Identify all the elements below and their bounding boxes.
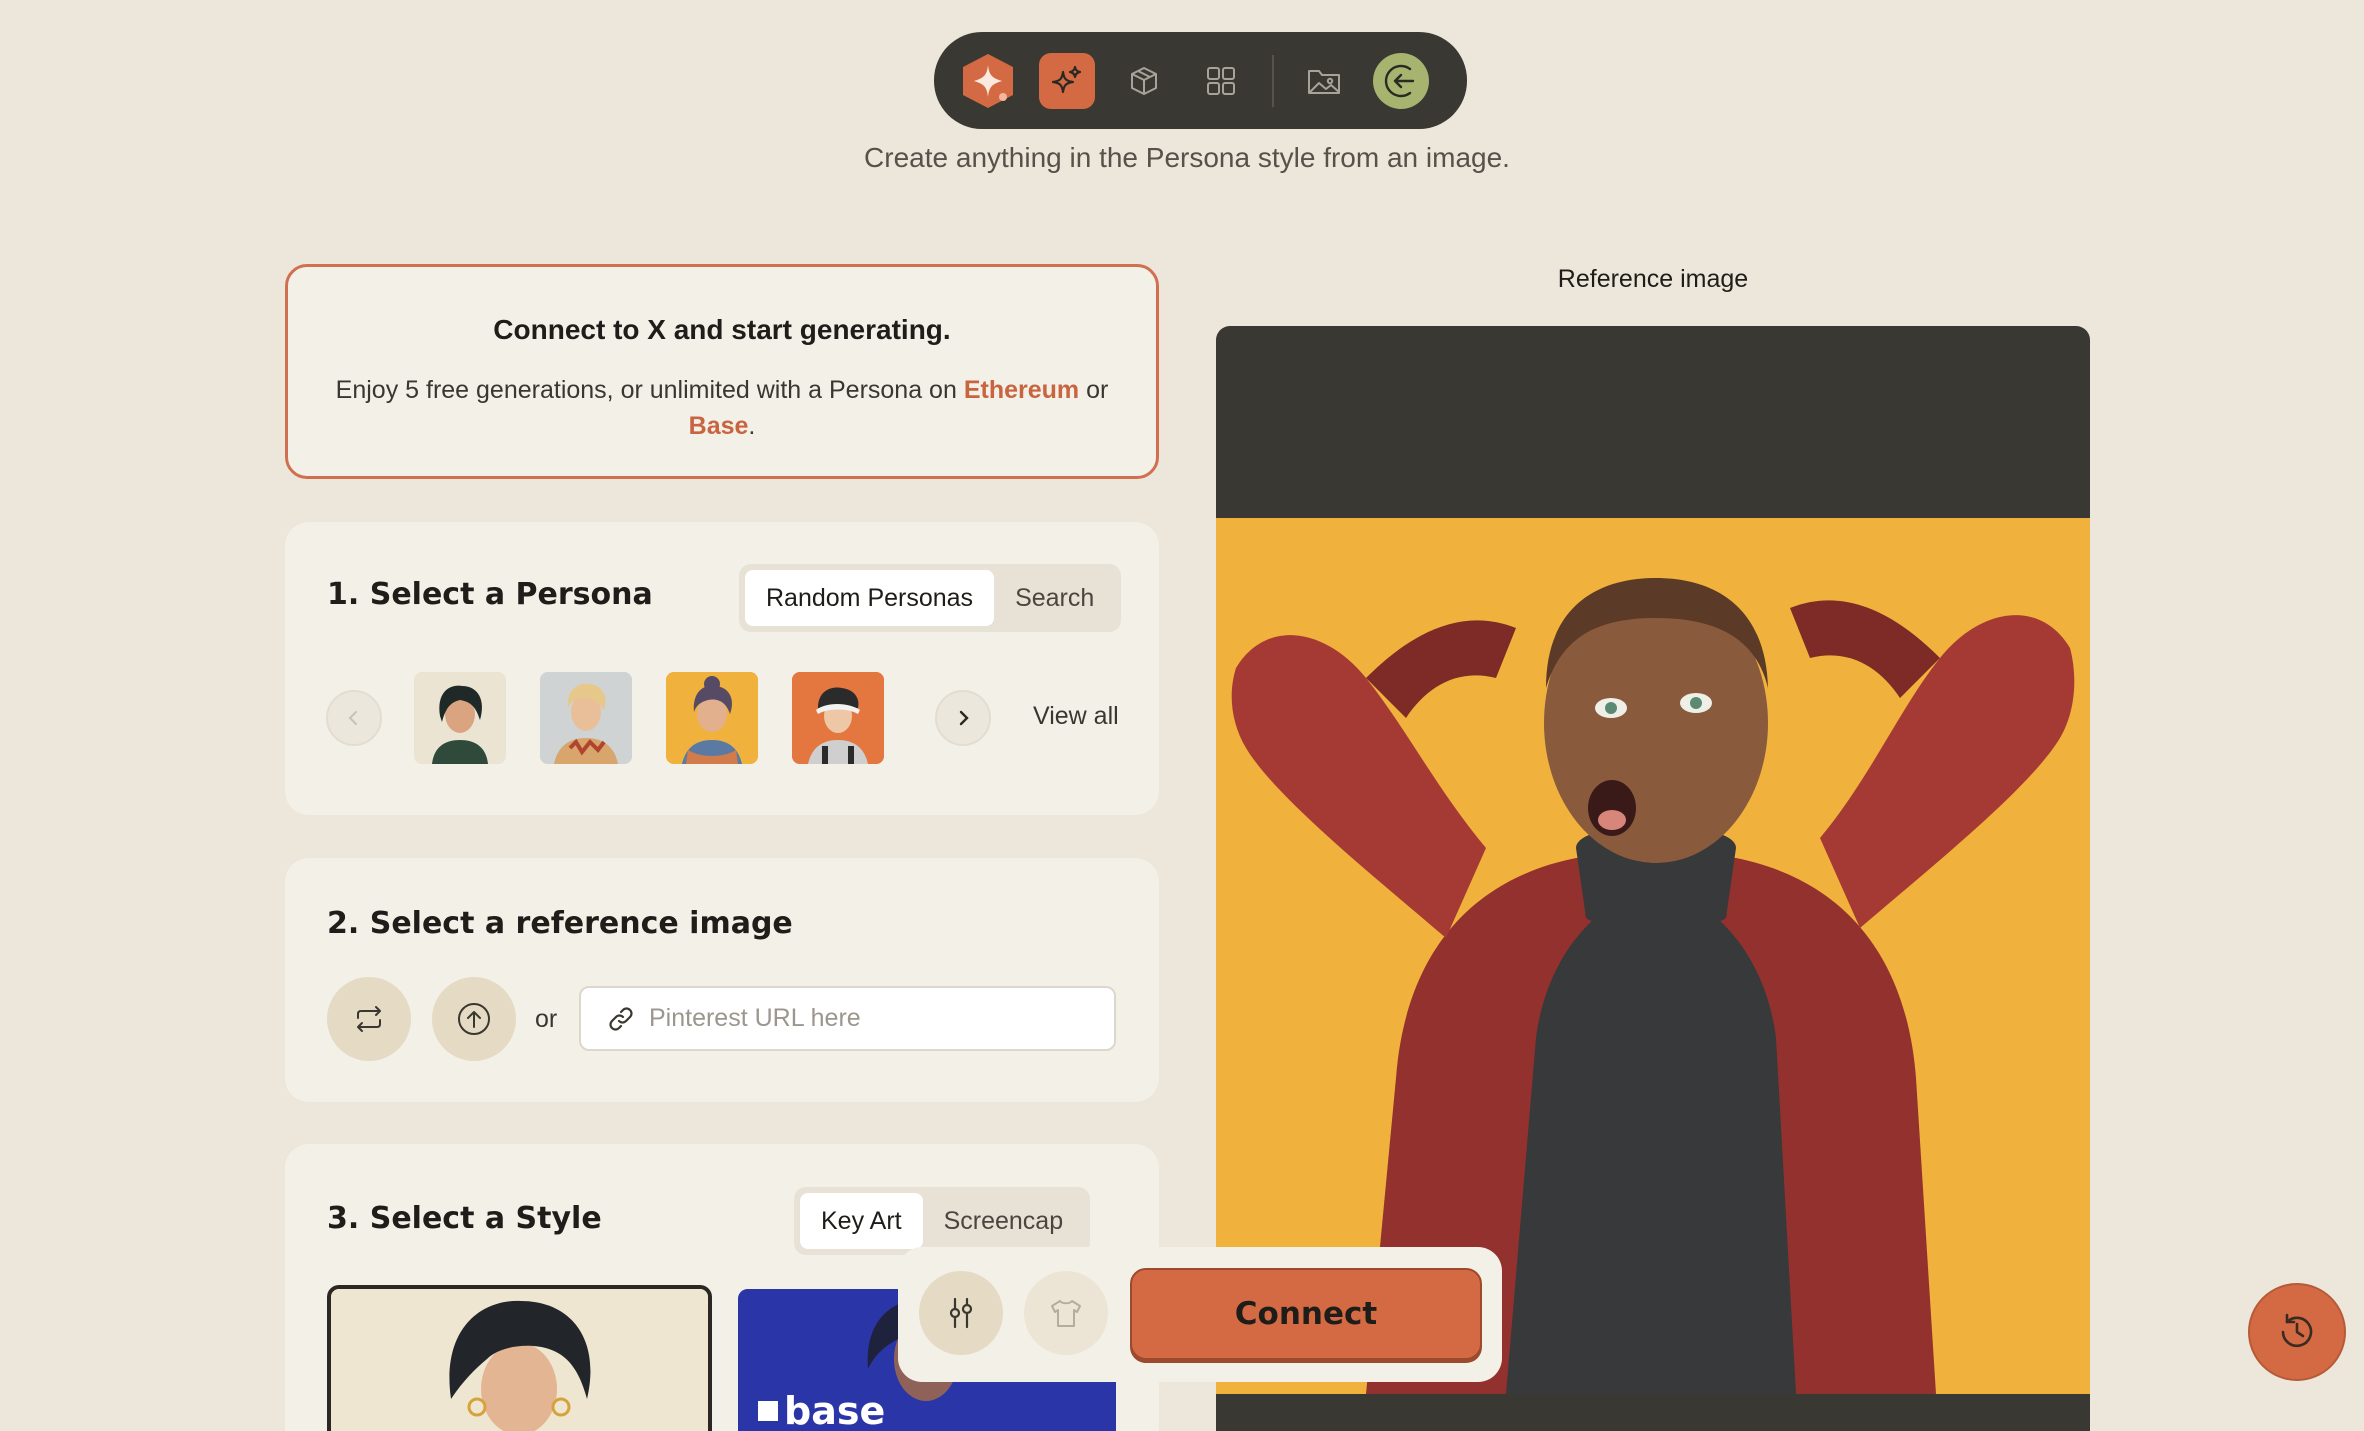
random-reference-button[interactable] — [327, 977, 411, 1061]
outfit-button[interactable] — [1024, 1271, 1108, 1355]
ethereum-link[interactable]: Ethereum — [964, 376, 1079, 404]
persona-thumbnail[interactable] — [540, 672, 632, 764]
persona-thumbnail[interactable] — [792, 672, 884, 764]
persona-logo-icon[interactable] — [958, 51, 1018, 111]
connect-period: . — [748, 412, 756, 440]
step2-title: 2. Select a reference image — [327, 906, 793, 941]
connect-title: Connect to X and start generating. — [493, 314, 951, 345]
select-persona-card: 1. Select a Persona Random Personas Sear… — [285, 522, 1159, 815]
action-bar: Connect — [898, 1247, 1502, 1382]
history-icon — [2281, 1313, 2313, 1348]
or-label: or — [535, 1005, 558, 1033]
page-subtitle: Create anything in the Persona style fro… — [864, 142, 1510, 173]
tab-key-art[interactable]: Key Art — [800, 1193, 923, 1249]
shuffle-icon — [357, 1006, 381, 1032]
persona-thumbnail[interactable] — [414, 672, 506, 764]
base-link[interactable]: Base — [689, 412, 749, 440]
settings-sliders-button[interactable] — [919, 1271, 1003, 1355]
top-toolbar — [934, 32, 1467, 129]
gallery-icon[interactable] — [1296, 53, 1352, 109]
style-option-key-art[interactable] — [327, 1285, 712, 1431]
history-button[interactable] — [2248, 1283, 2346, 1381]
base-wordmark: base — [784, 1389, 886, 1431]
reference-image-label: Reference image — [1557, 265, 1749, 293]
tab-random-personas[interactable]: Random Personas — [745, 570, 995, 626]
link-icon — [609, 1006, 633, 1031]
prev-persona-button[interactable] — [326, 690, 382, 746]
style-tabs: Key Art Screencap — [794, 1187, 1091, 1255]
sliders-icon — [949, 1297, 973, 1329]
pinterest-url-field[interactable] — [579, 986, 1116, 1051]
box-icon[interactable] — [1116, 53, 1172, 109]
connect-button[interactable]: Connect — [1130, 1268, 1482, 1360]
connect-prompt-card: Connect to X and start generating. Enjoy… — [285, 264, 1159, 479]
upload-icon — [458, 1003, 490, 1035]
base-logo: base — [758, 1389, 885, 1431]
persona-thumbnail[interactable] — [666, 672, 758, 764]
persona-tabs: Random Personas Search — [739, 564, 1122, 632]
pinterest-url-input[interactable] — [649, 1004, 1089, 1033]
upload-image-button[interactable] — [432, 977, 516, 1061]
select-reference-card: 2. Select a reference image or — [285, 858, 1159, 1102]
base-square-icon — [758, 1401, 778, 1421]
connect-or-text: or — [1086, 376, 1109, 404]
shirt-icon — [1051, 1300, 1081, 1327]
step3-title: 3. Select a Style — [327, 1201, 602, 1236]
tab-search[interactable]: Search — [994, 570, 1115, 626]
step1-title: 1. Select a Persona — [327, 577, 653, 612]
toolbar-divider — [1272, 54, 1274, 107]
connect-body-text: Enjoy 5 free generations, or unlimited w… — [335, 376, 957, 404]
connect-body: Enjoy 5 free generations, or unlimited w… — [288, 372, 1156, 444]
tab-screencap[interactable]: Screencap — [923, 1193, 1085, 1249]
grid-icon[interactable] — [1193, 53, 1249, 109]
account-icon[interactable] — [1373, 52, 1429, 109]
view-all-link[interactable]: View all — [1033, 702, 1119, 731]
next-persona-button[interactable] — [935, 690, 991, 746]
sparkles-icon[interactable] — [1039, 52, 1095, 109]
